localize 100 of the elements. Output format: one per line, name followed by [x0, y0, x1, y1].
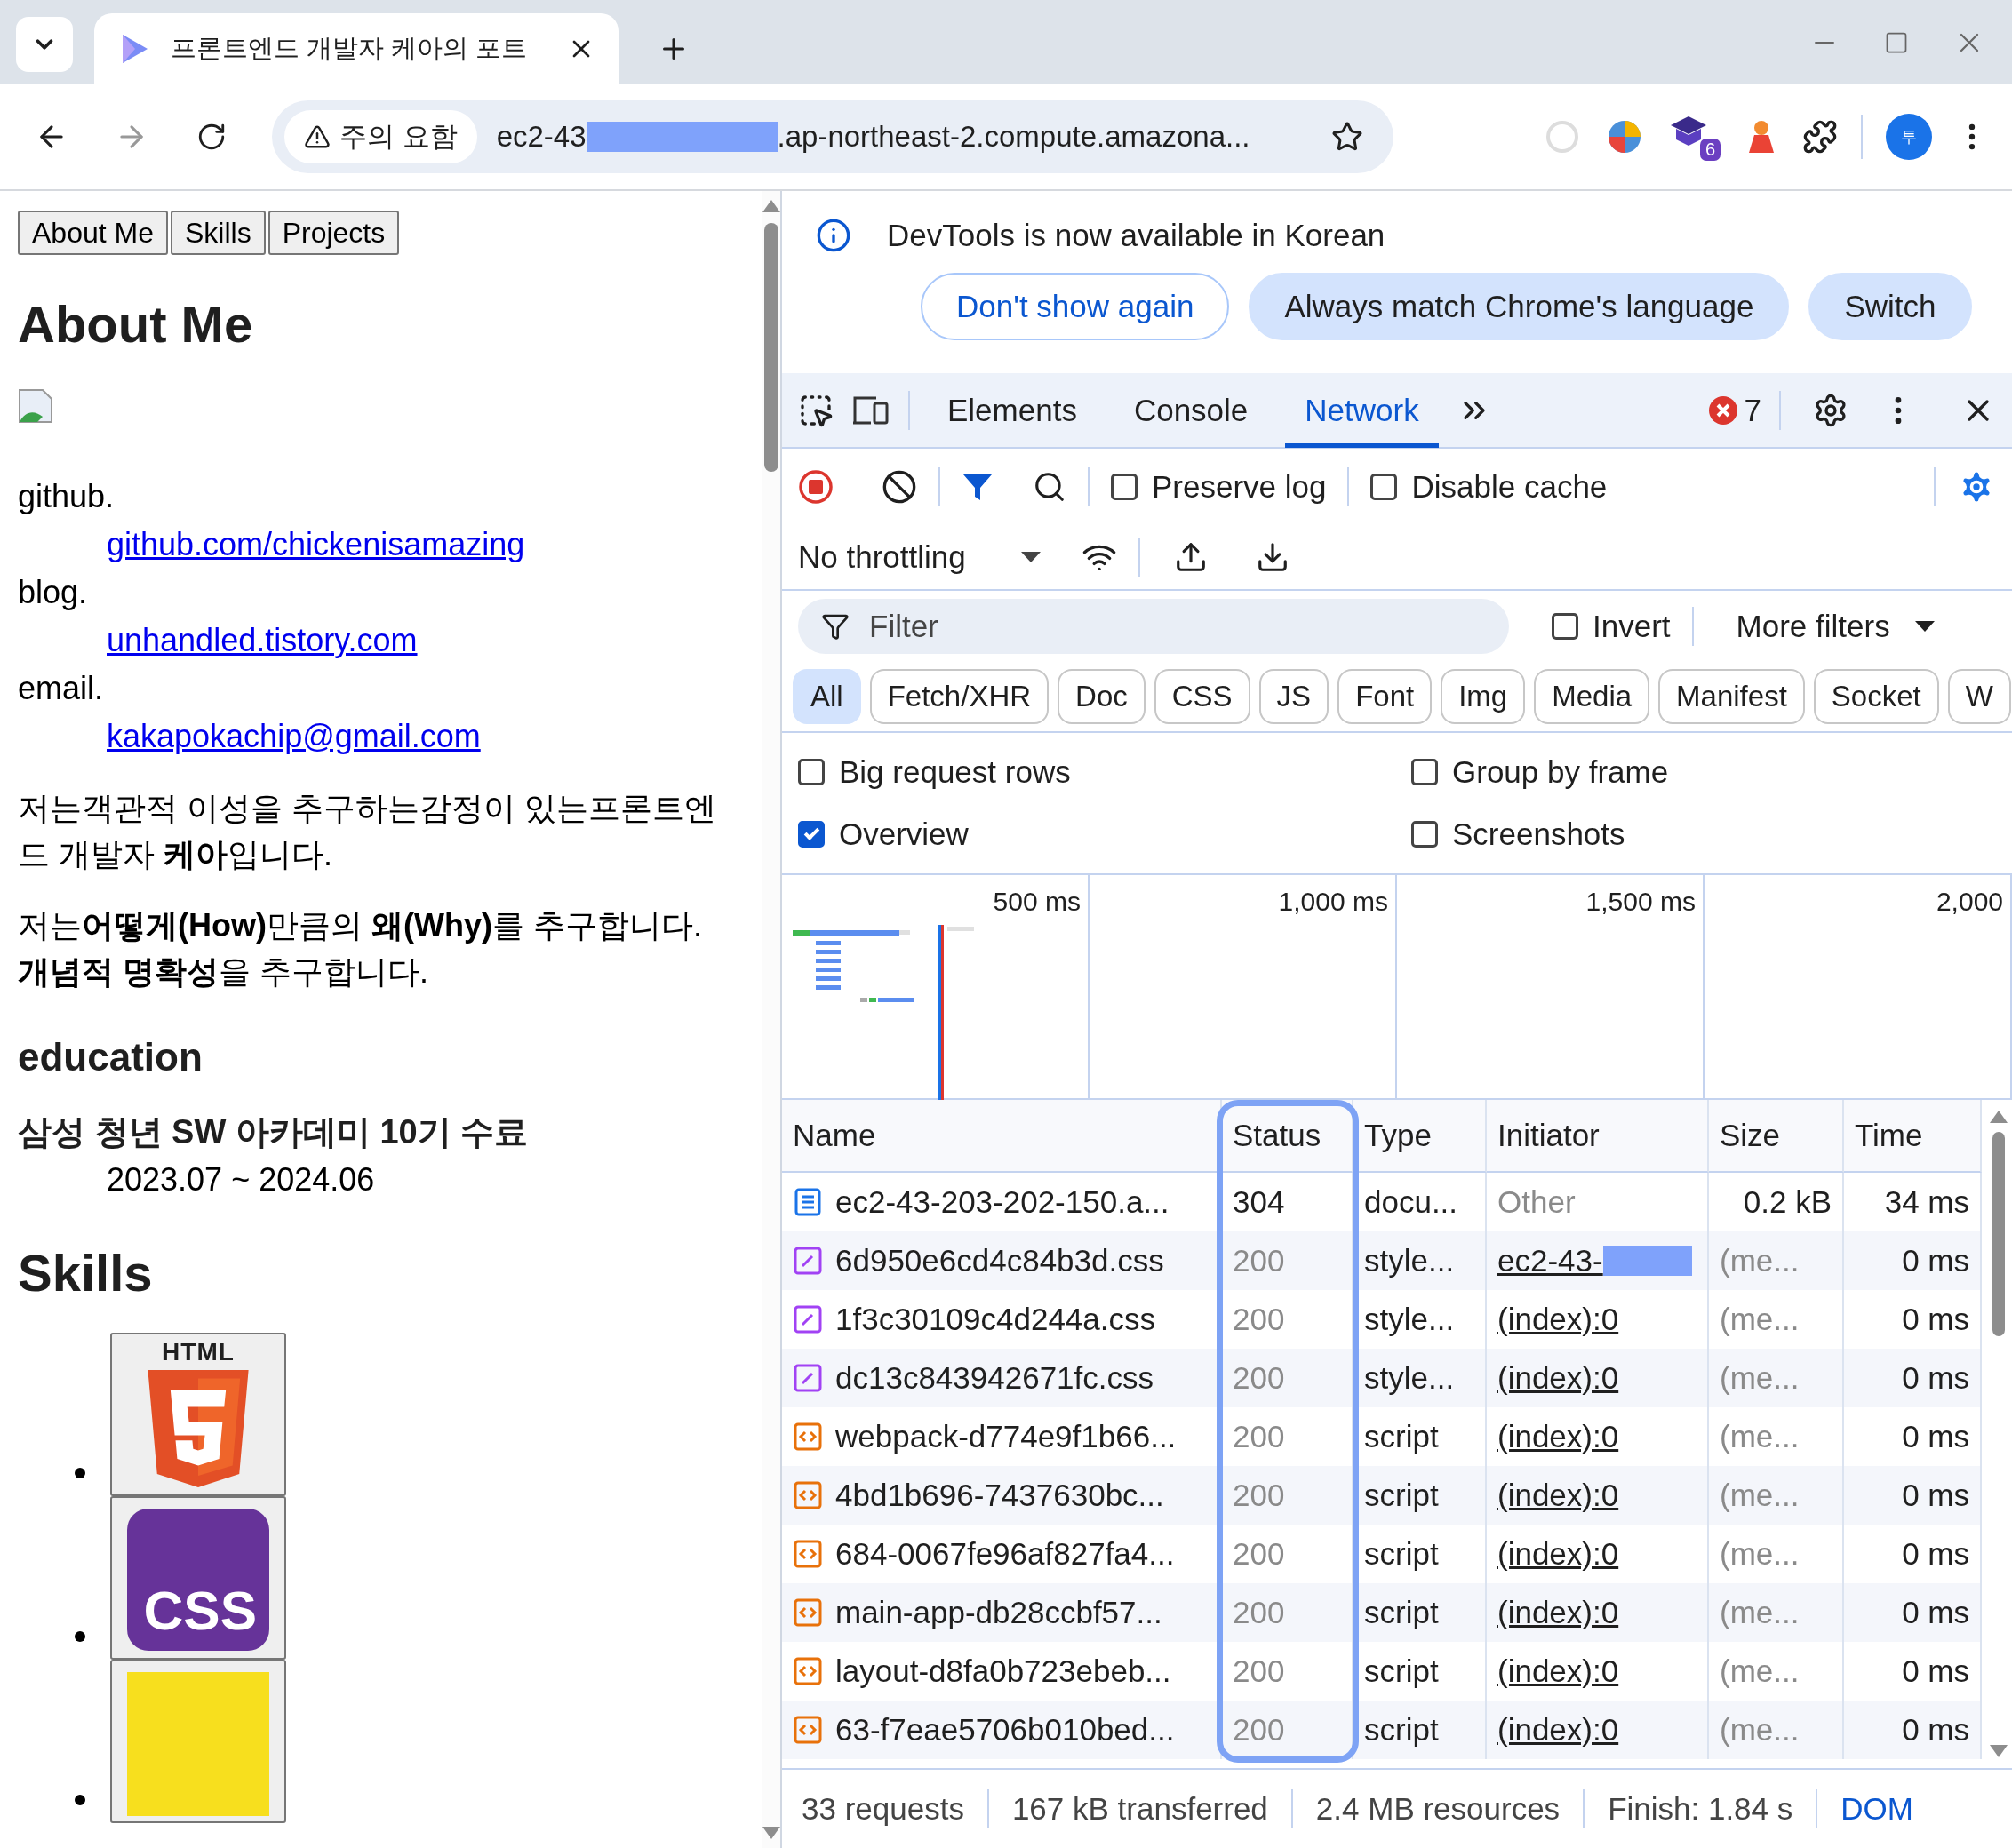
tab-search-button[interactable] — [16, 17, 73, 72]
status-cell: 200 — [1222, 1349, 1353, 1407]
nav-button[interactable]: Skills — [170, 211, 266, 256]
initiator-link[interactable]: (index):0 — [1497, 1653, 1619, 1689]
banner-button[interactable]: Always match Chrome's language — [1249, 273, 1790, 340]
checkbox[interactable] — [798, 821, 825, 848]
devtools-tab[interactable]: Console — [1114, 372, 1268, 448]
clear-icon[interactable] — [882, 468, 917, 505]
type-filter-chip[interactable]: Img — [1441, 669, 1526, 724]
initiator-link[interactable]: (index):0 — [1497, 1419, 1619, 1454]
more-filters-dropdown[interactable]: More filters — [1736, 609, 1890, 644]
time-cell: 0 ms — [1844, 1466, 1982, 1525]
time-cell: 0 ms — [1844, 1349, 1982, 1407]
extensions-icon[interactable] — [1802, 119, 1838, 155]
checkbox[interactable] — [1111, 473, 1138, 500]
initiator-text: Other — [1497, 1184, 1576, 1220]
size-cell: (me... — [1709, 1349, 1844, 1407]
script-icon — [793, 1597, 823, 1628]
type-filter-chip[interactable]: Socket — [1813, 669, 1939, 724]
type-cell: script — [1353, 1701, 1487, 1759]
checkbox[interactable] — [1411, 821, 1438, 848]
checkbox[interactable] — [1411, 759, 1438, 785]
broken-image-icon — [18, 387, 53, 424]
devtools-tab[interactable]: Elements — [928, 372, 1097, 448]
banner-button[interactable]: Switch — [1808, 273, 1972, 340]
script-icon — [793, 1539, 823, 1569]
profile-avatar[interactable]: 투 — [1886, 114, 1932, 160]
type-filter-chip[interactable]: Font — [1337, 669, 1433, 724]
contact-link[interactable]: unhandled.tistory.com — [107, 621, 418, 658]
column-header[interactable]: Name — [782, 1100, 1222, 1173]
column-header[interactable]: Time — [1844, 1100, 1982, 1173]
browser-tab[interactable]: 프론트엔드 개발자 케아의 포트 — [94, 13, 619, 84]
column-header[interactable]: Initiator — [1487, 1100, 1709, 1173]
throttling-select[interactable]: No throttling — [798, 538, 966, 575]
column-header[interactable]: Size — [1709, 1100, 1844, 1173]
devtools-tab[interactable]: Network — [1285, 372, 1439, 448]
contact-link[interactable]: github.com/chickenisamazing — [107, 525, 525, 562]
script-icon — [793, 1715, 823, 1745]
security-chip[interactable]: 주의 요함 — [284, 110, 477, 163]
type-filter-chip[interactable]: JS — [1258, 669, 1329, 724]
error-icon[interactable] — [1708, 395, 1737, 425]
status-bar-text: DOM — [1840, 1791, 1913, 1827]
reload-icon[interactable] — [196, 122, 227, 152]
address-bar[interactable]: 주의 요함 ec2-43 .ap-northeast-2.compute.amazona... — [272, 100, 1393, 173]
banner-button[interactable]: Don't show again — [921, 273, 1230, 340]
logo-text: CSS — [143, 1583, 257, 1639]
type-filter-chip[interactable]: Fetch/XHR — [869, 669, 1050, 724]
checkbox[interactable] — [1370, 473, 1398, 500]
warning-icon — [304, 123, 331, 150]
type-filter-chip[interactable]: W — [1947, 669, 2011, 724]
nav-button[interactable]: About Me — [18, 211, 168, 256]
request-name[interactable]: layout-d8fa0b723ebeb... — [835, 1653, 1171, 1689]
request-name[interactable]: webpack-d774e9f1b66... — [835, 1419, 1177, 1454]
size-cell: (me... — [1709, 1466, 1844, 1525]
size-cell: (me... — [1709, 1701, 1844, 1759]
type-filter-chip[interactable]: Doc — [1058, 669, 1146, 724]
time-cell: 0 ms — [1844, 1583, 1982, 1642]
checkbox-label[interactable]: Big request rows — [839, 754, 1071, 790]
error-count[interactable]: 7 — [1744, 392, 1761, 428]
column-header[interactable]: Type — [1353, 1100, 1487, 1173]
checkbox-label[interactable]: Group by frame — [1452, 754, 1669, 790]
status-cell: 200 — [1222, 1231, 1353, 1290]
nav-button[interactable]: Projects — [267, 211, 400, 256]
type-filter-chip[interactable]: All — [793, 669, 861, 724]
caret-icon[interactable] — [1912, 619, 1936, 633]
stylesheet-icon — [793, 1363, 823, 1393]
request-name[interactable]: 1f3c30109c4d244a.css — [835, 1302, 1155, 1337]
type-filter-chip[interactable]: Media — [1534, 669, 1650, 724]
logo-text: HTML — [162, 1340, 235, 1366]
checkbox-label[interactable]: Disable cache — [1411, 468, 1608, 505]
type-filter-chip[interactable]: CSS — [1154, 669, 1250, 724]
filter-icon — [821, 612, 850, 641]
intro-paragraph: 저는어떻게(How)만큼의 왜(Why)를 추구합니다.개념적 명확성을 추구합니다. — [18, 906, 703, 992]
contact-label: email. — [18, 668, 105, 708]
time-cell: 0 ms — [1844, 1231, 1982, 1290]
status-cell: 200 — [1222, 1701, 1353, 1759]
bullet-icon — [75, 1468, 85, 1479]
badge-count: 6 — [1699, 139, 1721, 161]
checkbox-label[interactable]: Invert — [1593, 609, 1671, 644]
checkbox-label[interactable]: Screenshots — [1452, 816, 1625, 852]
checkbox-label[interactable]: Overview — [839, 816, 969, 852]
timeline-tick: 1,000 ms — [1278, 886, 1388, 918]
contact-link[interactable]: kakapokachip@gmail.com — [107, 717, 481, 754]
checkbox[interactable] — [1552, 613, 1578, 640]
bookmark-star-icon[interactable] — [1331, 121, 1363, 153]
settings-icon[interactable] — [1813, 392, 1848, 428]
request-name[interactable]: ec2-43-203-202-150.a... — [835, 1184, 1170, 1220]
initiator-link[interactable]: (index):0 — [1497, 1302, 1619, 1337]
filter-field[interactable]: Filter — [798, 599, 1509, 654]
page-heading: About Me — [18, 294, 254, 355]
request-name[interactable]: 684-0067fe96af827fa4... — [835, 1536, 1175, 1572]
initiator-link[interactable]: (index):0 — [1497, 1536, 1619, 1572]
checkbox[interactable] — [798, 759, 825, 785]
caret-icon[interactable] — [1018, 549, 1042, 564]
record-icon[interactable] — [798, 468, 834, 505]
type-filter-chip[interactable]: Manifest — [1658, 669, 1805, 724]
status-bar-text: 167 kB transferred — [1011, 1791, 1268, 1827]
checkbox-label[interactable]: Preserve log — [1152, 468, 1327, 505]
tab-title: 프론트엔드 개발자 케아의 포트 — [171, 33, 529, 64]
status-bar-text: Finish: 1.84 s — [1608, 1791, 1793, 1827]
